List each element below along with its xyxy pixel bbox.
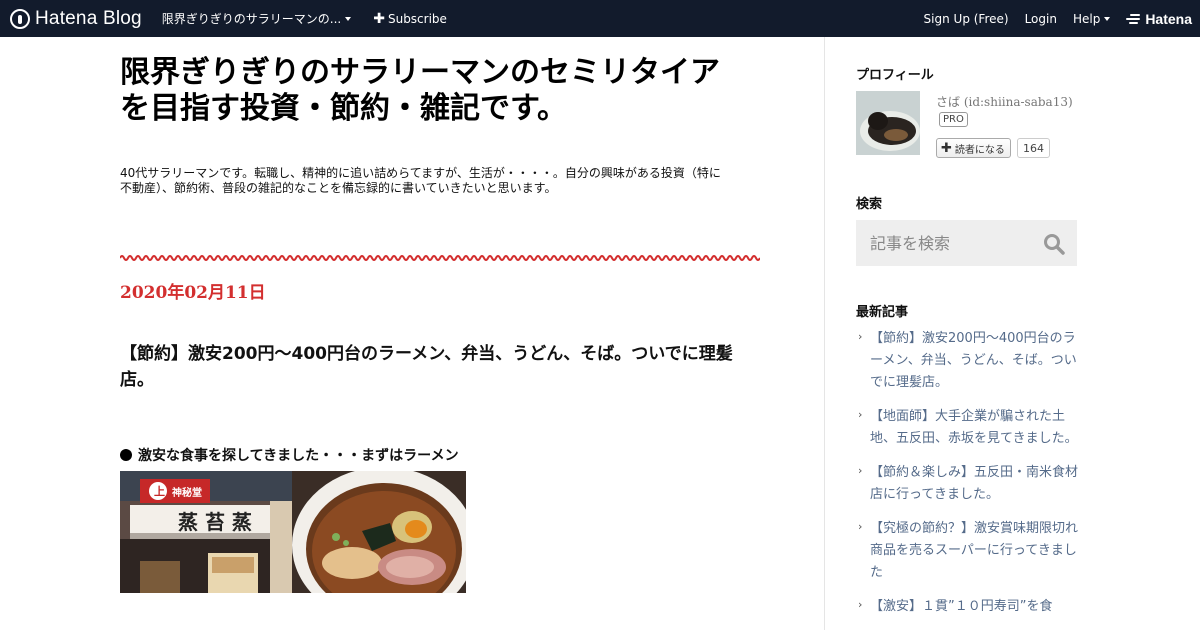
caret-down-icon — [1104, 16, 1111, 21]
logo-text: Hatena Blog — [35, 7, 142, 29]
help-dropdown[interactable]: Help — [1072, 11, 1111, 26]
signup-link[interactable]: Sign Up (Free) — [924, 12, 1009, 26]
list-item: › 【節約】激安200円～400円台のラーメン、弁当、うどん、そば。ついでに理髪店… — [856, 328, 1084, 394]
recent-entry-link[interactable]: 【節約＆楽しみ】五反田・南米食材店に行ってきました。 — [870, 462, 1084, 506]
hatena-brand-link[interactable]: Hatena — [1126, 11, 1192, 27]
search-heading: 検索 — [856, 197, 883, 212]
subscribe-label: Subscribe — [387, 11, 447, 26]
blog-selector-dropdown[interactable]: 限界ぎりぎりのサラリーマンの... — [161, 10, 352, 27]
search-input[interactable] — [870, 233, 1050, 253]
hatena-blog-logo[interactable]: Hatena Blog — [10, 8, 142, 30]
search-box — [856, 220, 1077, 266]
plus-icon: ✚ — [941, 140, 952, 156]
ramen-shop-photo[interactable]: 上 神秘堂 蒸 苔 蒸 — [120, 471, 292, 593]
bullet-icon — [120, 449, 132, 461]
chevron-right-icon: › — [858, 464, 863, 477]
list-item: › 【究極の節約？】激安賞味期限切れ商品を売るスーパーに行ってきました — [856, 518, 1084, 584]
chevron-right-icon: › — [858, 330, 863, 343]
chevron-right-icon: › — [858, 408, 863, 421]
list-item: › 【地面師】大手企業が騙された土地、五反田、赤坂を見てきました。 — [856, 406, 1084, 450]
subscribe-button[interactable]: ✚ Subscribe — [373, 11, 447, 27]
blog-description: 40代サラリーマンです。転職し、精神的に追い詰めらてますが、生活が・・・・。自分… — [120, 166, 721, 195]
chevron-right-icon: › — [858, 520, 863, 533]
wavy-divider — [120, 255, 760, 261]
recent-entries-heading: 最新記事 — [856, 305, 909, 320]
profile-name-link[interactable]: さば (id:shiina-saba13) — [936, 93, 1073, 110]
svg-text:上: 上 — [154, 484, 165, 498]
entry-title[interactable]: 【節約】激安200円～400円台のラーメン、弁当、うどん、そば。ついでに理髪店。 — [120, 341, 740, 393]
chevron-right-icon: › — [858, 598, 863, 611]
recent-entry-link[interactable]: 【激安】１貫”１０円寿司”を食 — [870, 596, 1084, 618]
blog-title[interactable]: 限界ぎりぎりのサラリーマンのセミリタイアを目指す投資・節約・雑記です。 — [120, 55, 720, 127]
blog-selector-label: 限界ぎりぎりのサラリーマンの... — [161, 12, 342, 26]
avatar[interactable] — [856, 91, 920, 155]
entry-photos: 上 神秘堂 蒸 苔 蒸 — [120, 471, 466, 593]
help-label: Help — [1072, 11, 1101, 26]
recent-entries-list: › 【節約】激安200円～400円台のラーメン、弁当、うどん、そば。ついでに理髪店… — [856, 328, 1084, 630]
hatena-logo-icon — [10, 8, 30, 29]
list-item: › 【節約＆楽しみ】五反田・南米食材店に行ってきました。 — [856, 462, 1084, 506]
become-reader-button[interactable]: ✚ 読者になる — [936, 138, 1011, 158]
shop-sign-main: 蒸 苔 蒸 — [178, 510, 252, 534]
reader-count[interactable]: 164 — [1017, 138, 1050, 158]
login-link[interactable]: Login — [1025, 12, 1057, 26]
section-heading-text: 激安な食事を探してきました・・・まずはラーメン — [138, 448, 459, 464]
hatena-brand-label: Hatena — [1145, 10, 1192, 27]
recent-entry-link[interactable]: 【節約】激安200円～400円台のラーメン、弁当、うどん、そば。ついでに理髪店。 — [870, 328, 1084, 394]
recent-entry-link[interactable]: 【地面師】大手企業が騙された土地、五反田、赤坂を見てきました。 — [870, 406, 1084, 450]
sidebar-divider — [824, 37, 825, 630]
caret-down-icon — [345, 16, 352, 21]
header-right-nav: Sign Up (Free) Login Help Hatena — [908, 11, 1192, 27]
shop-sign-top: 神秘堂 — [172, 486, 202, 499]
profile-heading: プロフィール — [856, 68, 934, 83]
become-reader-label: 読者になる — [954, 144, 1005, 156]
recent-entry-link[interactable]: 【究極の節約？】激安賞味期限切れ商品を売るスーパーに行ってきました — [870, 518, 1084, 584]
ramen-bowl-photo[interactable] — [292, 471, 466, 593]
list-item: › 【激安】１貫”１０円寿司”を食 — [856, 596, 1084, 618]
hatena-wave-icon — [1126, 13, 1142, 25]
plus-icon: ✚ — [373, 10, 385, 27]
pro-badge[interactable]: PRO — [939, 112, 968, 127]
entry-date[interactable]: 2020年02月11日 — [120, 278, 266, 303]
global-header: Hatena Blog 限界ぎりぎりのサラリーマンの... ✚ Subscrib… — [0, 0, 1200, 37]
section-heading: 激安な食事を探してきました・・・まずはラーメン — [120, 445, 459, 465]
search-icon[interactable] — [1043, 233, 1065, 255]
